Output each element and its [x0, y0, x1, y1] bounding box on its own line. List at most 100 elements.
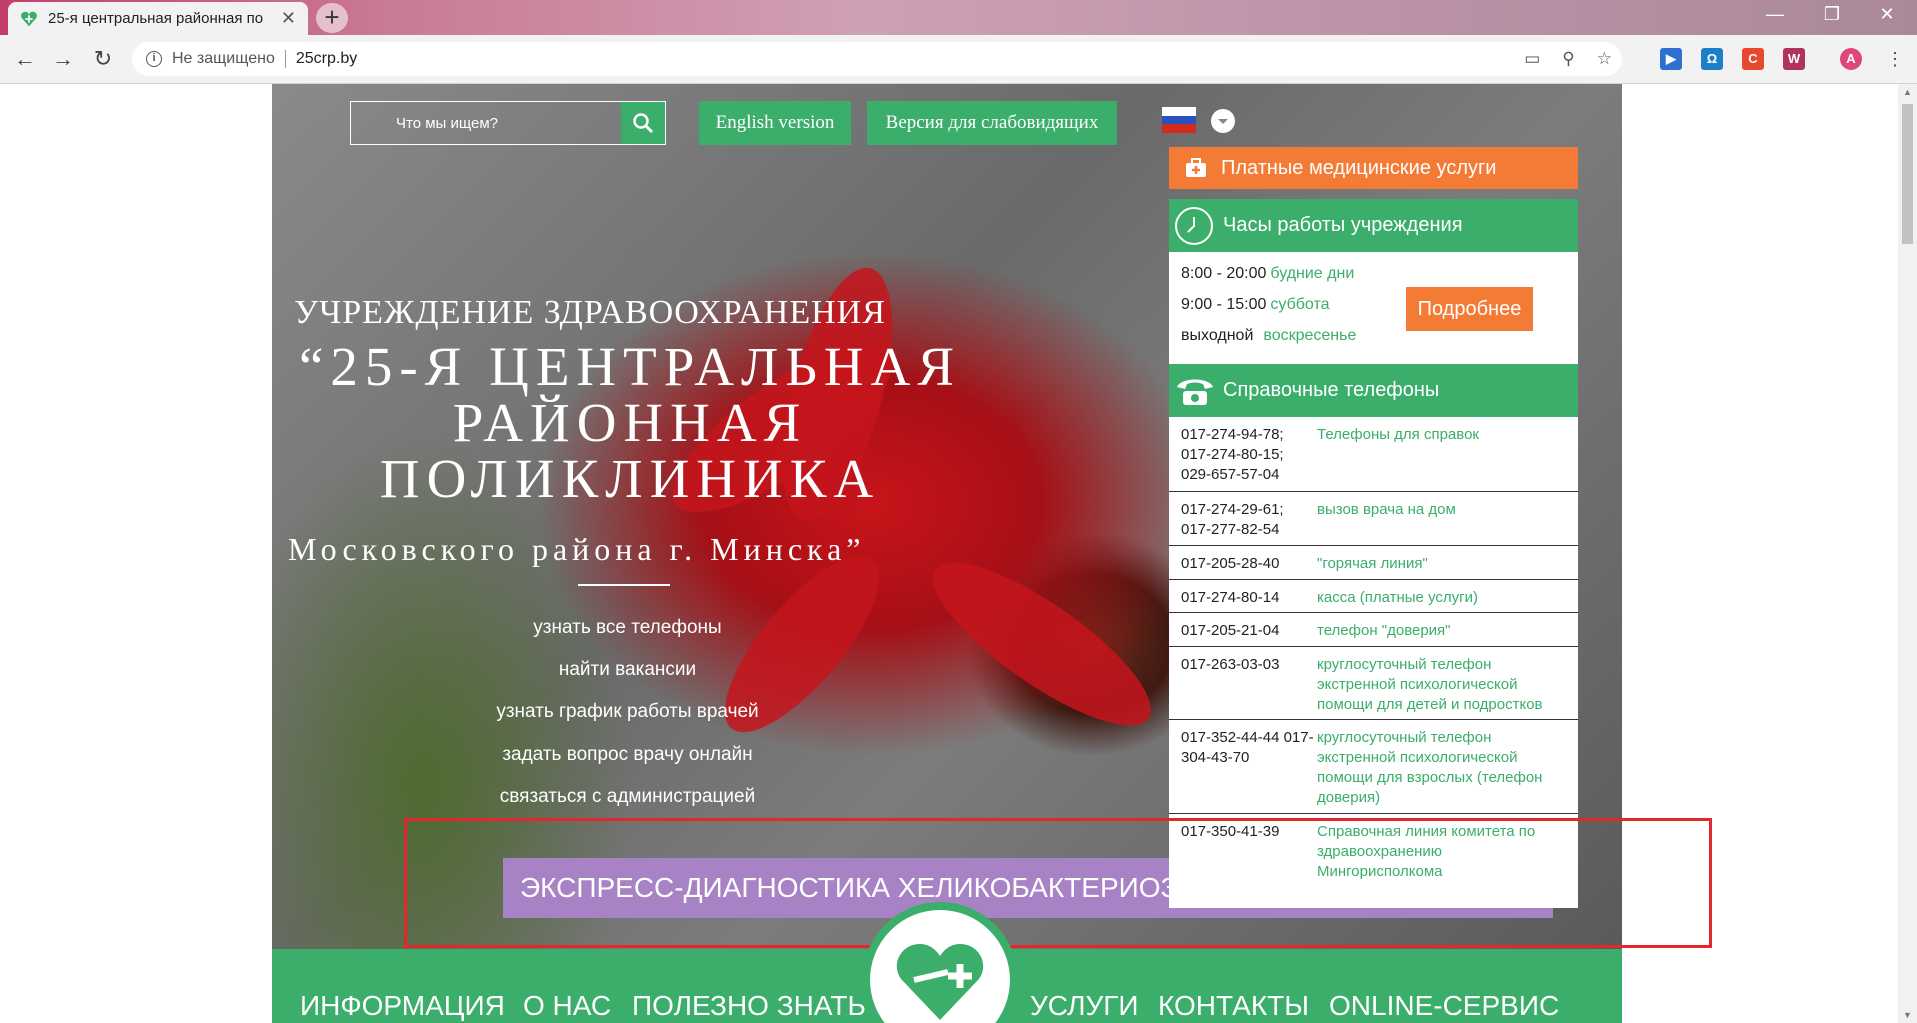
phone-description[interactable]: вызов врача на дом [1317, 500, 1568, 539]
phone-number[interactable]: 017-352-44-44 017-304-43-70 [1181, 728, 1317, 807]
more-details-button[interactable]: Подробнее [1406, 287, 1533, 331]
bookmark-star-icon[interactable]: ☆ [1597, 49, 1612, 69]
org-city: Московского района г. Минска” [288, 531, 866, 567]
phone-description[interactable]: круглосуточный телефон экстренной психол… [1317, 728, 1568, 807]
nav-useful[interactable]: ПОЛЕЗНО ЗНАТЬ [632, 990, 866, 1022]
link-all-phones[interactable]: узнать все телефоны [420, 617, 835, 639]
search-input[interactable] [351, 102, 621, 144]
paid-services-link[interactable]: Платные медицинские услуги [1169, 147, 1578, 189]
nav-services[interactable]: УСЛУГИ [1030, 990, 1139, 1022]
profile-avatar[interactable]: А [1840, 48, 1862, 70]
reload-icon[interactable]: ↻ [88, 45, 118, 75]
tab-close-icon[interactable]: ✕ [281, 8, 296, 29]
nav-contacts[interactable]: КОНТАКТЫ [1158, 990, 1309, 1022]
clock-icon [1175, 206, 1213, 245]
zoom-icon[interactable]: ⚲ [1562, 49, 1574, 69]
phone-row: 017-352-44-44 017-304-43-70 круглосуточн… [1169, 720, 1578, 814]
url-separator [284, 50, 286, 68]
phone-number[interactable]: 017-274-94-78; 017-274-80-15; 029-657-57… [1181, 425, 1317, 485]
phone-row: 017-263-03-03 круглосуточный телефон экс… [1169, 647, 1578, 720]
phone-description[interactable]: "горячая линия" [1317, 554, 1568, 573]
page-viewport: English version Версия для слабовидящих … [0, 84, 1898, 1023]
heart-logo-icon [896, 944, 984, 1020]
phone-row: 017-205-21-04 телефон "доверия" [1169, 613, 1578, 647]
hours-time: 8:00 - 20:00 [1181, 265, 1267, 282]
phone-icon [1177, 379, 1213, 405]
logo[interactable] [862, 902, 1018, 1023]
extension-w-icon[interactable]: W [1783, 48, 1805, 70]
phone-description[interactable]: телефон "доверия" [1317, 621, 1568, 640]
phone-row: 017-205-28-40 "горячая линия" [1169, 546, 1578, 580]
link-doctor-schedule[interactable]: узнать график работы врачей [420, 701, 835, 723]
back-icon[interactable]: ← [10, 45, 40, 75]
phones-header: Справочные телефоны [1169, 364, 1578, 417]
hours-row: 9:00 - 15:00 суббота [1181, 296, 1330, 314]
nav-online[interactable]: ONLINE-СЕРВИС [1329, 990, 1559, 1022]
nav-about[interactable]: О НАС [523, 990, 611, 1022]
url-text[interactable]: 25crp.by [296, 50, 357, 68]
hours-title: Часы работы учреждения [1223, 214, 1463, 236]
extension-blue-icon[interactable]: Ω [1701, 48, 1723, 70]
english-version-button[interactable]: English version [699, 101, 851, 145]
heart-favicon-icon [21, 11, 37, 26]
phone-number[interactable]: 017-274-80-14 [1181, 588, 1317, 606]
phone-row: 017-274-29-61; 017-277-82-54 вызов врача… [1169, 492, 1578, 546]
russian-flag-icon[interactable] [1162, 107, 1196, 133]
phone-number[interactable]: 017-205-21-04 [1181, 621, 1317, 640]
menu-dots-icon[interactable]: ⋮ [1880, 45, 1910, 75]
cast-icon[interactable]: ▭ [1524, 49, 1540, 69]
scroll-down-icon[interactable]: ▼ [1898, 1007, 1917, 1023]
minimize-icon[interactable]: — [1750, 0, 1800, 30]
paid-services-label: Платные медицинские услуги [1221, 156, 1497, 179]
hours-day: воскресенье [1263, 327, 1357, 344]
link-ask-doctor[interactable]: задать вопрос врачу онлайн [420, 744, 835, 766]
site-search [350, 101, 666, 145]
medkit-icon [1186, 158, 1206, 177]
search-button[interactable] [621, 102, 665, 144]
close-window-icon[interactable]: ✕ [1862, 0, 1912, 30]
phone-description[interactable]: Телефоны для справок [1317, 425, 1568, 485]
hours-day: будние дни [1270, 265, 1355, 282]
restore-icon[interactable]: ❐ [1807, 0, 1857, 30]
hours-row: 8:00 - 20:00 будние дни [1181, 265, 1354, 283]
highlight-rectangle [404, 818, 1712, 948]
language-dropdown-icon[interactable] [1211, 109, 1235, 133]
phone-number[interactable]: 017-274-29-61; 017-277-82-54 [1181, 500, 1317, 539]
tab-strip: 25-я центральная районная по ✕ + — ❐ ✕ [0, 0, 1917, 35]
phone-number[interactable]: 017-263-03-03 [1181, 655, 1317, 713]
security-label: Не защищено [172, 50, 275, 67]
link-vacancies[interactable]: найти вакансии [420, 659, 835, 681]
org-name-line: РАЙОННАЯ [452, 392, 808, 453]
hours-time: выходной [1181, 327, 1254, 344]
forward-icon[interactable]: → [48, 45, 78, 75]
extension-c-icon[interactable]: C [1742, 48, 1764, 70]
phone-description[interactable]: касса (платные услуги) [1317, 588, 1568, 606]
org-type: УЧРЕЖДЕНИЕ ЗДРАВООХРАНЕНИЯ [294, 294, 886, 331]
phones-title: Справочные телефоны [1223, 379, 1440, 401]
address-bar[interactable]: i Не защищено 25crp.by ▭ ⚲ ☆ [132, 42, 1622, 76]
hours-row: выходной воскресенье [1181, 327, 1356, 345]
flower-petal [912, 536, 1172, 752]
low-vision-button[interactable]: Версия для слабовидящих [867, 101, 1117, 145]
scroll-up-icon[interactable]: ▲ [1898, 84, 1917, 100]
org-name-line: ПОЛИКЛИНИКА [379, 448, 881, 509]
scroll-thumb[interactable] [1902, 104, 1913, 244]
phone-number[interactable]: 017-205-28-40 [1181, 554, 1317, 573]
org-name: “25-Я ЦЕНТРАЛЬНАЯ РАЙОННАЯ ПОЛИКЛИНИКА [280, 339, 980, 507]
new-tab-button[interactable]: + [316, 3, 348, 33]
info-icon[interactable]: i [146, 51, 162, 67]
tab-title: 25-я центральная районная по [48, 10, 264, 27]
link-contact-admin[interactable]: связаться с администрацией [420, 786, 835, 808]
page-scrollbar[interactable]: ▲ ▼ [1898, 84, 1917, 1023]
phone-description[interactable]: круглосуточный телефон экстренной психол… [1317, 655, 1568, 713]
hours-time: 9:00 - 15:00 [1181, 296, 1267, 313]
nav-info[interactable]: ИНФОРМАЦИЯ [300, 990, 505, 1022]
extension-play-icon[interactable]: ▶ [1660, 48, 1682, 70]
phone-row: 017-274-80-14 касса (платные услуги) [1169, 580, 1578, 613]
search-icon [633, 113, 654, 134]
hero-divider [578, 584, 670, 586]
hours-day: суббота [1270, 296, 1330, 313]
omnibox-icons: ▭ ⚲ ☆ [1524, 49, 1612, 69]
phone-row: 017-274-94-78; 017-274-80-15; 029-657-57… [1169, 417, 1578, 492]
browser-tab[interactable]: 25-я центральная районная по ✕ [8, 2, 308, 35]
